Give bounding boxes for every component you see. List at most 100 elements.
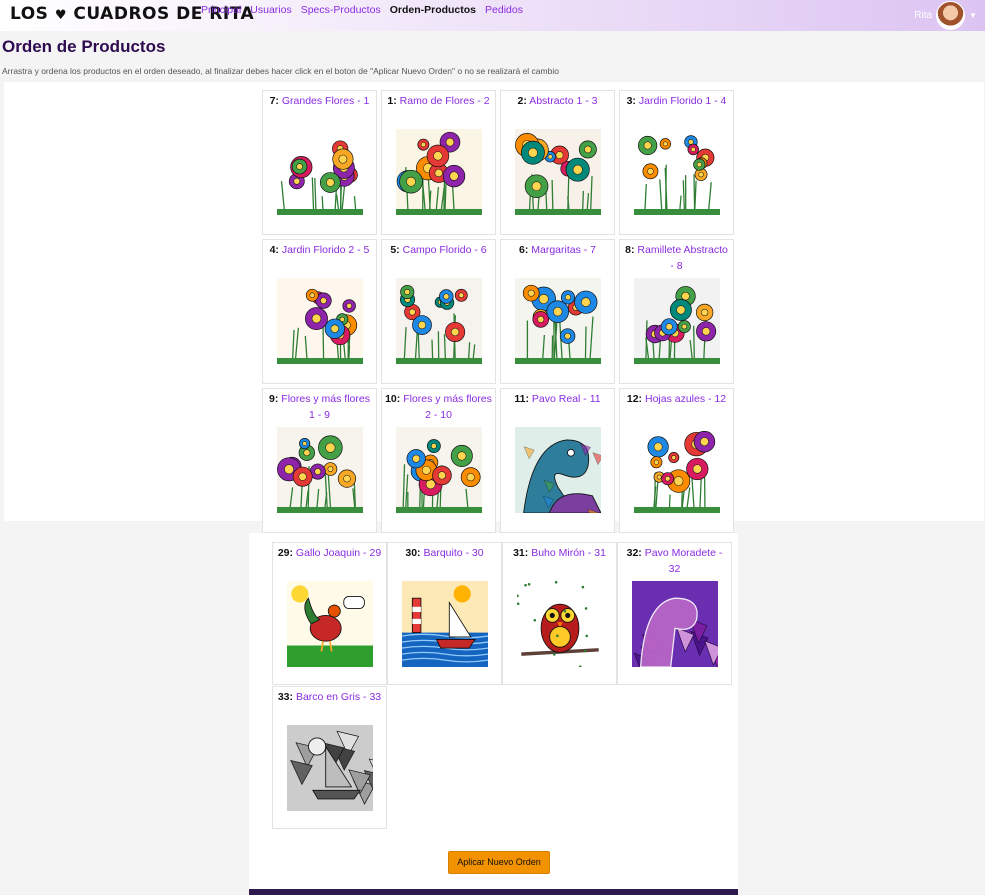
product-order-number: 4: — [269, 244, 279, 256]
product-thumbnail — [514, 129, 601, 215]
product-order-number: 33: — [277, 691, 294, 703]
nav-principal[interactable]: Principal — [201, 4, 241, 16]
brand-part-1: LOS — [10, 4, 49, 24]
product-card[interactable]: 7: Grandes Flores - 1 — [262, 90, 377, 235]
product-label: 7: Grandes Flores - 1 — [263, 91, 376, 109]
product-name: Gallo Joaquin - 29 — [293, 547, 382, 559]
product-order-number: 9: — [269, 393, 279, 405]
product-label: 33: Barco en Gris - 33 — [273, 687, 386, 705]
product-name: Pavo Real - 11 — [529, 393, 601, 405]
product-card[interactable]: 1: Ramo de Flores - 2 — [381, 90, 496, 235]
product-order-number: 30: — [405, 547, 421, 559]
product-thumbnail — [633, 278, 720, 364]
product-name: Ramillete Abstracto - 8 — [634, 244, 728, 272]
product-label: 9: Flores y más flores 1 - 9 — [263, 389, 376, 423]
product-label: 29: Gallo Joaquin - 29 — [273, 543, 386, 561]
page-title: Orden de Productos — [2, 37, 166, 56]
product-label: 32: Pavo Moradete - 32 — [618, 543, 731, 577]
product-name: Barquito - 30 — [420, 547, 484, 559]
product-card[interactable]: 29: Gallo Joaquin - 29 — [272, 542, 387, 685]
product-label: 11: Pavo Real - 11 — [501, 389, 614, 407]
product-order-number: 3: — [626, 95, 636, 107]
product-card[interactable]: 12: Hojas azules - 12 — [619, 388, 734, 533]
product-thumbnail — [401, 581, 488, 667]
product-card[interactable]: 6: Margaritas - 7 — [500, 239, 615, 384]
user-name: Rita — [914, 10, 933, 21]
product-card[interactable]: 8: Ramillete Abstracto - 8 — [619, 239, 734, 384]
product-label: 30: Barquito - 30 — [388, 543, 501, 561]
avatar[interactable] — [936, 1, 966, 30]
product-thumbnail — [276, 427, 363, 513]
product-card[interactable]: 10: Flores y más flores 2 - 10 — [381, 388, 496, 533]
product-name: Flores y más flores 1 - 9 — [278, 393, 370, 421]
footer-bar — [249, 889, 738, 895]
product-card[interactable]: 32: Pavo Moradete - 32 — [617, 542, 732, 685]
nav-pedidos[interactable]: Pedidos — [485, 4, 523, 16]
product-name: Jardin Florido 1 - 4 — [635, 95, 727, 107]
product-thumbnail — [395, 427, 482, 513]
product-order-number: 7: — [269, 95, 279, 107]
nav-links: Principal Usuarios Specs-Productos Orden… — [201, 4, 523, 16]
product-name: Barco en Gris - 33 — [293, 691, 382, 703]
product-label: 31: Buho Mirón - 31 — [503, 543, 616, 561]
product-label: 2: Abstracto 1 - 3 — [501, 91, 614, 109]
product-order-number: 31: — [513, 547, 529, 559]
product-card[interactable]: 30: Barquito - 30 — [387, 542, 502, 685]
product-name: Grandes Flores - 1 — [278, 95, 370, 107]
product-name: Campo Florido - 6 — [399, 244, 487, 256]
product-name: Jardin Florido 2 - 5 — [278, 244, 370, 256]
caret-down-icon[interactable]: ▼ — [969, 11, 977, 20]
product-card[interactable]: 4: Jardin Florido 2 - 5 — [262, 239, 377, 384]
product-label: 12: Hojas azules - 12 — [620, 389, 733, 407]
nav-orden-productos[interactable]: Orden-Productos — [390, 4, 476, 16]
product-label: 6: Margaritas - 7 — [501, 240, 614, 258]
product-order-number: 32: — [626, 547, 642, 559]
heart-icon: ♥ — [54, 8, 67, 23]
product-card[interactable]: 5: Campo Florido - 6 — [381, 239, 496, 384]
product-thumbnail — [276, 129, 363, 215]
product-thumbnail — [286, 725, 373, 811]
product-label: 1: Ramo de Flores - 2 — [382, 91, 495, 109]
nav-usuarios[interactable]: Usuarios — [250, 4, 291, 16]
product-order-number: 29: — [277, 547, 294, 559]
product-name: Buho Mirón - 31 — [528, 547, 606, 559]
product-order-number: 5: — [390, 244, 400, 256]
product-thumbnail — [395, 278, 482, 364]
product-thumbnail — [631, 581, 718, 667]
product-thumbnail — [633, 129, 720, 215]
product-thumbnail — [395, 129, 482, 215]
product-name: Hojas azules - 12 — [642, 393, 727, 405]
product-card[interactable]: 33: Barco en Gris - 33 — [272, 686, 387, 829]
product-label: 10: Flores y más flores 2 - 10 — [382, 389, 495, 423]
product-card[interactable]: 11: Pavo Real - 11 — [500, 388, 615, 533]
product-order-number: 12: — [626, 393, 643, 405]
product-label: 3: Jardin Florido 1 - 4 — [620, 91, 733, 109]
product-order-number: 11: — [514, 393, 529, 405]
product-order-number: 10: — [385, 393, 401, 405]
product-label: 5: Campo Florido - 6 — [382, 240, 495, 258]
product-card[interactable]: 31: Buho Mirón - 31 — [502, 542, 617, 685]
product-name: Flores y más flores 2 - 10 — [400, 393, 492, 421]
product-thumbnail — [633, 427, 720, 513]
product-thumbnail — [514, 278, 601, 364]
product-card[interactable]: 3: Jardin Florido 1 - 4 — [619, 90, 734, 235]
product-label: 4: Jardin Florido 2 - 5 — [263, 240, 376, 258]
product-thumbnail — [286, 581, 373, 667]
user-menu[interactable]: Rita ▼ — [914, 1, 977, 30]
product-name: Abstracto 1 - 3 — [526, 95, 598, 107]
navbar: LOS ♥ CUADROS DE RITA Principal Usuarios… — [0, 0, 985, 31]
product-order-number: 6: — [518, 244, 529, 256]
product-name: Margaritas - 7 — [528, 244, 597, 256]
product-thumbnail — [516, 581, 603, 667]
product-name: Ramo de Flores - 2 — [396, 95, 490, 107]
product-order-number: 1: — [387, 95, 397, 107]
product-card[interactable]: 2: Abstracto 1 - 3 — [500, 90, 615, 235]
product-thumbnail — [514, 427, 601, 513]
apply-new-order-button[interactable]: Aplicar Nuevo Orden — [448, 851, 550, 874]
product-thumbnail — [276, 278, 363, 364]
product-card[interactable]: 9: Flores y más flores 1 - 9 — [262, 388, 377, 533]
nav-specs-productos[interactable]: Specs-Productos — [301, 4, 381, 16]
product-label: 8: Ramillete Abstracto - 8 — [620, 240, 733, 274]
product-name: Pavo Moradete - 32 — [641, 547, 723, 575]
product-order-number: 2: — [517, 95, 527, 107]
